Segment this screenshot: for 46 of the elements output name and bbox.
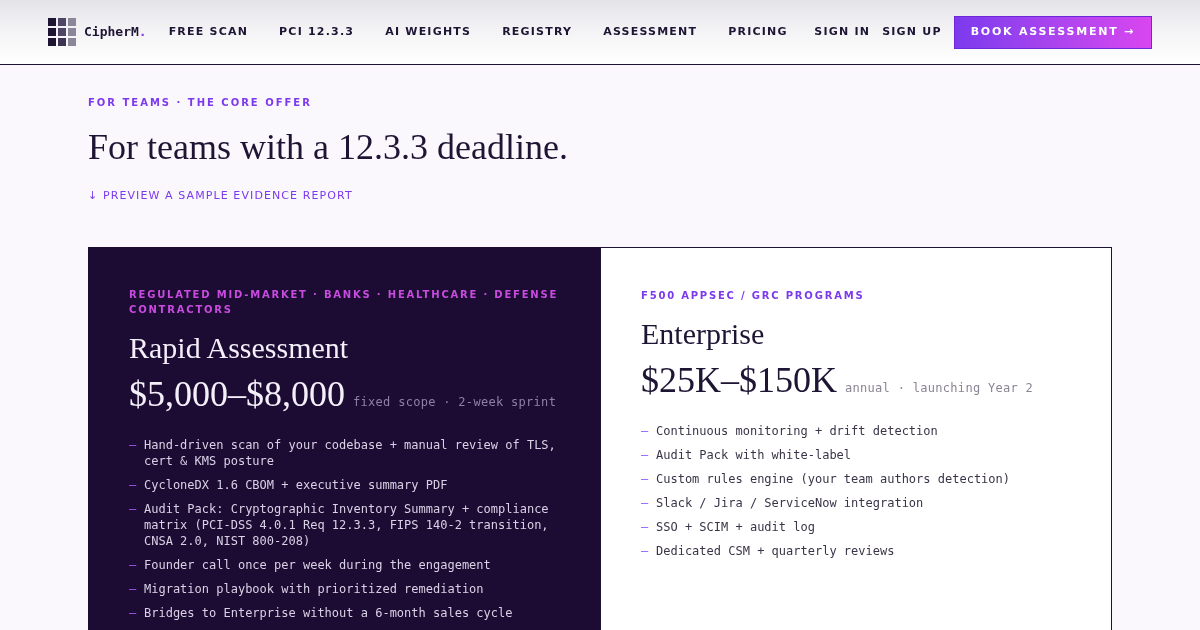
plan-eyebrow: REGULATED MID-MARKET · BANKS · HEALTHCARE · DEFENSE CONTRACTORS [129,288,559,317]
nav-link[interactable]: AI WEIGHTS [385,23,472,41]
feature-bullet: — [641,543,650,559]
book-assessment-button[interactable]: BOOK ASSESSMENT → [953,15,1152,49]
plan-price: $25K–$150K [641,359,837,402]
logo-text[interactable]: CipherM. [84,22,147,42]
feature-text: Audit Pack: Cryptographic Inventory Summary + compliance matrix (PCI-DSS 4.0.1 Req 12.3.3, FIPS 140-2 transition, CNSA 2.0, NIST 800-208) [144,501,550,549]
auth-link[interactable]: SIGN IN [814,23,871,41]
plan-terms: annual · launching Year 2 [845,380,1034,397]
feature-text: Bridges to Enterprise without a 6-month sales cycle [144,605,513,621]
feature-text: Hand-driven scan of your codebase + manual review of TLS, cert & KMS posture [144,437,557,469]
feature-bullet: — [641,495,650,511]
plan-price: $5,000–$8,000 [129,373,345,416]
feature-text: SSO + SCIM + audit log [656,519,815,535]
feature-text: Audit Pack with white-label [656,447,852,463]
nav-link[interactable]: PCI 12.3.3 [279,23,355,41]
section-heading: For teams with a 12.3.3 deadline. [88,126,568,169]
sample-report-link[interactable]: ↓ PREVIEW A SAMPLE EVIDENCE REPORT [88,188,353,204]
feature-text: Continuous monitoring + drift detection [656,423,938,439]
feature-bullet: — [129,605,138,621]
feature-bullet: — [129,557,138,573]
nav-link[interactable]: REGISTRY [502,23,573,41]
feature-text: Dedicated CSM + quarterly reviews [656,543,895,559]
feature-text: Founder call once per week during the engagement [144,557,491,573]
feature-text: CycloneDX 1.6 CBOM + executive summary PDF [144,477,448,493]
feature-bullet: — [641,519,650,535]
plan-name: Rapid Assessment [129,330,349,366]
auth-link[interactable]: SIGN UP [882,23,942,41]
logo-grid-icon [48,18,76,46]
plan-terms: fixed scope · 2-week sprint [353,394,557,411]
feature-bullet: — [641,471,650,487]
nav-link[interactable]: ASSESSMENT [603,23,698,41]
feature-bullet: — [129,581,138,597]
nav-link[interactable]: PRICING [728,23,788,41]
plan-name: Enterprise [641,316,765,352]
feature-text: Slack / Jira / ServiceNow integration [656,495,924,511]
feature-bullet: — [129,437,138,454]
feature-bullet: — [641,447,650,463]
feature-bullet: — [129,477,138,493]
feature-bullet: — [641,423,650,439]
feature-bullet: — [129,501,138,518]
plan-eyebrow: F500 APPSEC / GRC PROGRAMS [641,289,866,303]
section-eyebrow: FOR TEAMS · THE CORE OFFER [88,96,312,110]
nav-link[interactable]: FREE SCAN [168,23,249,41]
feature-text: Migration playbook with prioritized remediation [144,581,484,597]
feature-text: Custom rules engine (your team authors detection) [656,471,1010,487]
